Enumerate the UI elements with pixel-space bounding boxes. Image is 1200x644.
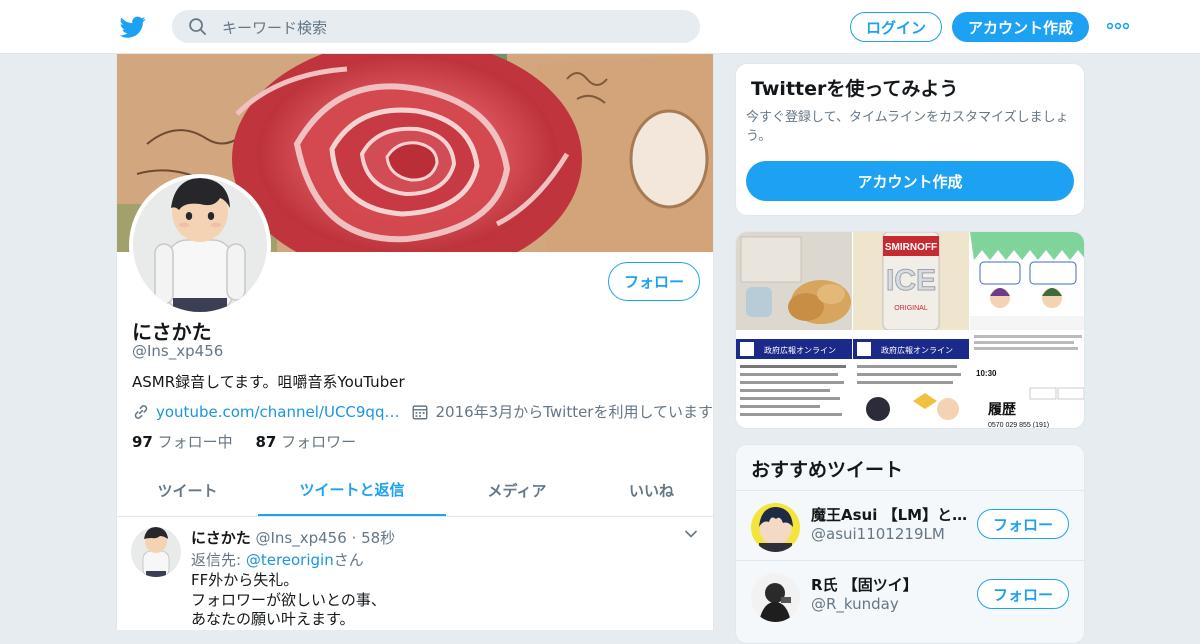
recommended-user-name[interactable]: R氏 【固ツイ】 — [811, 574, 971, 595]
tab-likes[interactable]: いいね — [588, 464, 713, 516]
reply-prefix: 返信先: — [191, 551, 246, 569]
doc-gov-pr-icon[interactable]: 政府広報オンライン — [736, 331, 852, 429]
tweet-author-avatar[interactable] — [131, 527, 181, 577]
reply-mention-link[interactable]: @tereorigin — [246, 551, 334, 569]
gov-pr-label: 政府広報オンライン — [881, 345, 953, 355]
tweet-item[interactable]: にさかた @Ins_xp456 · 58秒 返信先: @tereoriginさん… — [117, 517, 713, 630]
svg-text:SMIRNOFF: SMIRNOFF — [885, 242, 937, 253]
photo-fried-food-icon[interactable] — [736, 232, 852, 330]
promo-description: 今すぐ登録して、タイムラインをカスタマイズしましょう。 — [746, 110, 1069, 144]
avatar-illustration — [133, 178, 267, 312]
search-icon — [189, 18, 206, 35]
recommended-tweets-card: おすすめツイート 魔王Asui 【LM】と… @asui1101219LM フォ… — [735, 444, 1085, 644]
following-label: フォロー中 — [157, 433, 233, 451]
reply-suffix: さん — [333, 551, 364, 569]
gov-pr-label: 政府広報オンライン — [764, 345, 836, 355]
promo-signup-button[interactable]: アカウント作成 — [746, 161, 1074, 201]
search-bar[interactable]: キーワード検索 — [172, 10, 700, 43]
follow-button[interactable]: フォロー — [977, 579, 1069, 609]
tweet-text: FF外から失礼。 フォロワーが欲しいとの事、 あなたの願い叶えます。 — [191, 571, 386, 630]
recommended-title: おすすめツイート — [751, 459, 904, 481]
svg-text:10:30: 10:30 — [976, 369, 997, 378]
tweet-meta[interactable]: @Ins_xp456 · 58秒 — [255, 529, 395, 547]
phone-history-icon[interactable]: 10:30 履歴 0570 029 855 (191) — [970, 331, 1085, 429]
svg-text:ORIGINAL: ORIGINAL — [894, 305, 928, 312]
doc-gov-pr-icon[interactable]: 政府広報オンライン — [853, 331, 969, 429]
media-thumbnail-grid: SMIRNOFF ICE ORIGINAL 政府広報オンライン 政府広報オンライ… — [735, 231, 1085, 429]
tweet-author-name[interactable]: にさかた — [191, 529, 251, 547]
more-dots-icon[interactable] — [1107, 20, 1129, 32]
recommended-user-item[interactable]: R氏 【固ツイ】 @R_kunday フォロー — [736, 560, 1084, 630]
profile-joined-date: 2016年3月からTwitterを利用しています — [435, 403, 714, 421]
link-icon — [134, 404, 148, 419]
tab-tweets-and-replies[interactable]: ツイートと返信 — [258, 464, 446, 516]
profile-avatar[interactable] — [129, 174, 271, 316]
chevron-down-icon[interactable] — [684, 529, 698, 539]
profile-stats: 97 フォロー中 87 フォロワー — [132, 431, 356, 452]
tweet-reply-to: 返信先: @tereoriginさん — [191, 549, 364, 570]
follow-button[interactable]: フォロー — [977, 509, 1069, 539]
svg-text:ICE: ICE — [886, 264, 936, 297]
profile-name: にさかた — [132, 320, 212, 344]
follow-button[interactable]: フォロー — [608, 262, 700, 301]
recommended-user-name[interactable]: 魔王Asui 【LM】と… — [811, 504, 971, 525]
followers-label: フォロワー — [281, 433, 357, 451]
svg-text:0570 029 855 (191): 0570 029 855 (191) — [988, 422, 1049, 429]
top-navigation-bar: キーワード検索 ログイン アカウント作成 — [0, 0, 1200, 54]
recommended-user-item[interactable]: 魔王Asui 【LM】と… @asui1101219LM フォロー — [736, 490, 1084, 560]
tweet-line: フォロワーが欲しいとの事、 — [191, 590, 386, 609]
profile-meta: youtube.com/channel/UCC9qq… 2016年3月からTwi… — [132, 401, 713, 422]
following-count: 97 — [132, 433, 153, 451]
following-stat[interactable]: 97 フォロー中 — [132, 433, 233, 451]
login-button[interactable]: ログイン — [850, 12, 942, 42]
signup-promo-card: Twitterを使ってみよう 今すぐ登録して、タイムラインをカスタマイズしましょ… — [735, 63, 1085, 216]
photo-smirnoff-ice-icon[interactable]: SMIRNOFF ICE ORIGINAL — [853, 232, 969, 330]
followers-stat[interactable]: 87 フォロワー — [255, 433, 356, 451]
profile-tabs: ツイート ツイートと返信 メディア いいね — [117, 464, 713, 517]
twitter-bird-icon[interactable] — [120, 14, 146, 40]
profile-website-link[interactable]: youtube.com/channel/UCC9qq… — [156, 403, 399, 421]
recommended-user-handle: @asui1101219LM — [811, 525, 945, 543]
recommended-user-avatar[interactable] — [751, 503, 800, 552]
recommended-user-avatar[interactable] — [751, 573, 800, 622]
calendar-icon — [413, 404, 428, 419]
promo-title: Twitterを使ってみよう — [751, 78, 959, 100]
signup-button[interactable]: アカウント作成 — [952, 12, 1089, 42]
tweet-line: あなたの願い叶えます。 — [191, 610, 355, 628]
history-label: 履歴 — [988, 401, 1016, 418]
tab-tweets[interactable]: ツイート — [117, 464, 258, 516]
tab-media[interactable]: メディア — [446, 464, 588, 516]
illustration-tickets-icon[interactable] — [970, 232, 1085, 330]
tweet-header: にさかた @Ins_xp456 · 58秒 — [191, 527, 395, 548]
profile-bio: ASMR録音してます。咀嚼音系YouTuber — [132, 373, 405, 391]
profile-handle: @Ins_xp456 — [132, 342, 224, 360]
tweet-line: FF外から失礼。 — [191, 571, 299, 589]
search-placeholder[interactable]: キーワード検索 — [222, 17, 327, 38]
profile-column: フォロー にさかた @Ins_xp456 ASMR録音してます。咀嚼音系YouT… — [116, 54, 714, 630]
recommended-user-handle: @R_kunday — [811, 595, 899, 613]
followers-count: 87 — [255, 433, 277, 451]
